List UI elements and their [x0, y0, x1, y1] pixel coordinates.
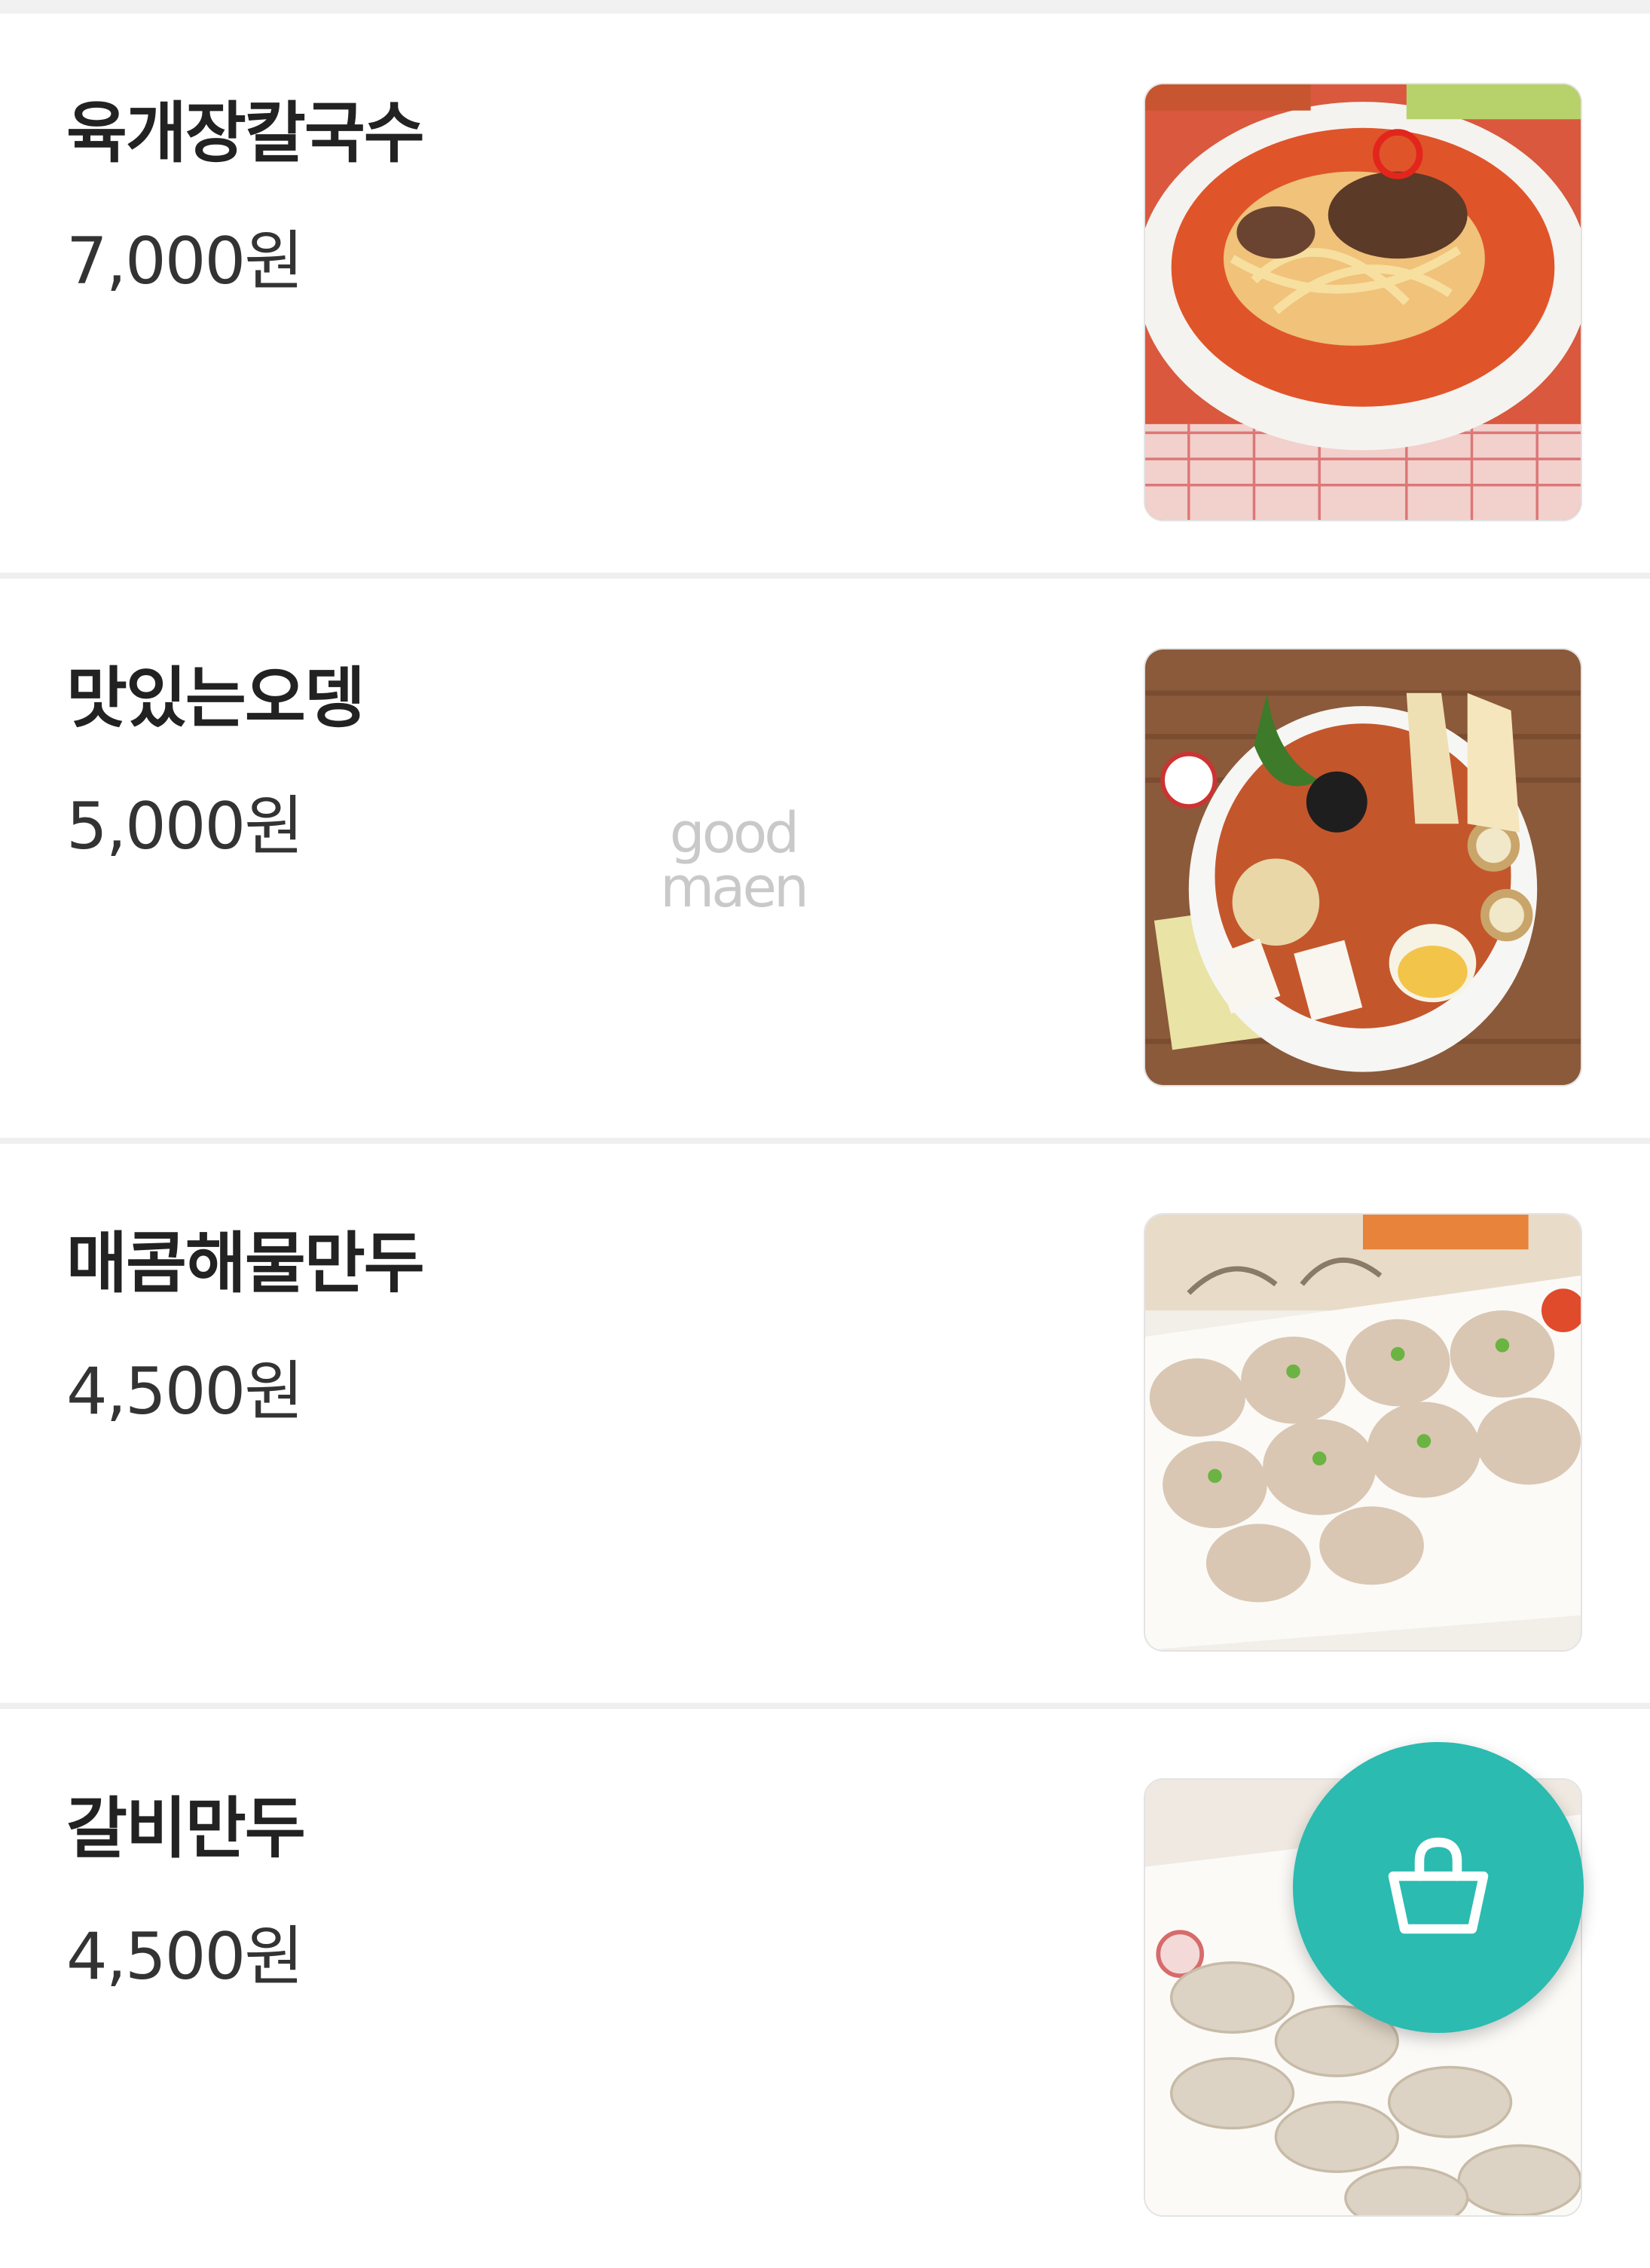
menu-item-name: 육개장칼국수 [66, 94, 425, 172]
menu-item-photo [1144, 83, 1582, 521]
menu-item-photo [1144, 1213, 1582, 1652]
menu-item-price: 7,000원 [66, 224, 304, 299]
menu-item-name: 맛있는오뎅 [66, 659, 365, 737]
watermark-line: maen [660, 855, 809, 920]
menu-item-price: 4,500원 [66, 1919, 304, 1994]
watermark-line: good [669, 801, 800, 866]
menu-item[interactable]: 육개장칼국수 7,000원 [0, 14, 1650, 579]
menu-item[interactable]: 맛있는오뎅 5,000원 [0, 579, 1650, 1144]
menu-item-photo [1144, 648, 1582, 1087]
menu-item-name: 매콤해물만두 [66, 1224, 425, 1302]
menu-item[interactable]: 매콤해물만두 4,500원 [0, 1144, 1650, 1709]
cart-button[interactable] [1293, 1742, 1584, 2033]
shopping-basket-icon [1388, 1837, 1489, 1934]
menu-item-name: 갈비만두 [66, 1790, 306, 1867]
menu-item-price: 5,000원 [66, 789, 304, 864]
top-divider [0, 0, 1650, 14]
menu-item-price: 4,500원 [66, 1354, 304, 1429]
watermark: good maen [646, 801, 820, 920]
